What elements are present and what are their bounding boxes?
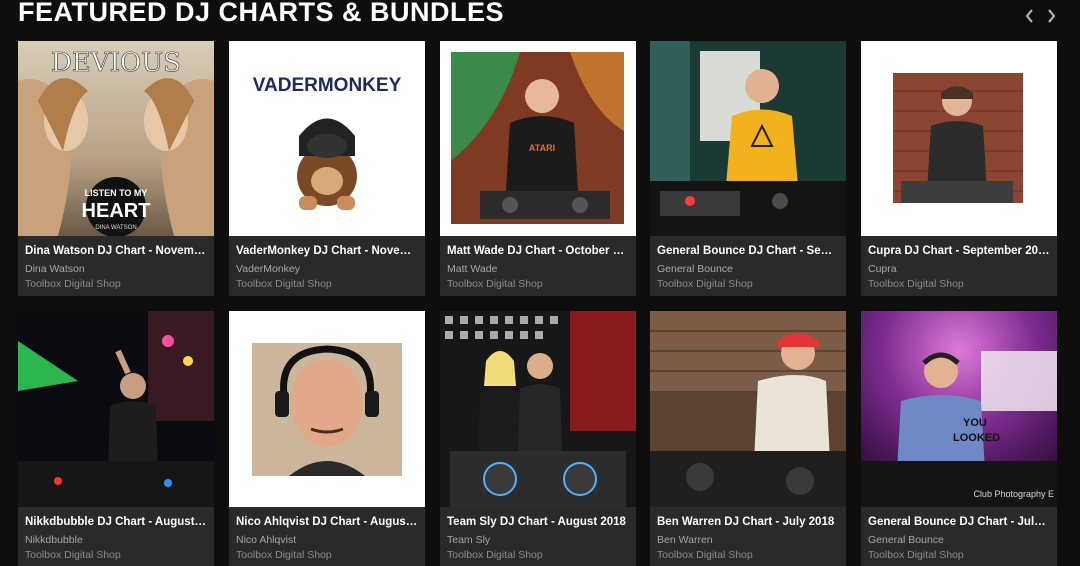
chart-card[interactable]: YOU LOOKED Club Photography E General Bo…: [861, 311, 1057, 566]
chart-artist[interactable]: Dina Watson: [25, 263, 207, 275]
chart-artist[interactable]: Cupra: [868, 263, 1050, 275]
chart-card[interactable]: VADERMONKEY VaderMonkey DJ Chart - Novem…: [229, 41, 425, 296]
chart-card[interactable]: Nico Ahlqvist DJ Chart - August 2018 Nic…: [229, 311, 425, 566]
chart-cover-image[interactable]: YOU LOOKED Club Photography E: [861, 311, 1057, 507]
chart-artist[interactable]: Team Sly: [447, 534, 629, 546]
chart-shop: Toolbox Digital Shop: [447, 278, 543, 290]
chart-artist[interactable]: VaderMonkey: [236, 263, 418, 275]
section-title: FEATURED DJ CHARTS & BUNDLES: [18, 0, 505, 27]
chart-artist[interactable]: Nikkdbubble: [25, 534, 207, 546]
chart-cover-image[interactable]: [650, 41, 846, 236]
chart-shop: Toolbox Digital Shop: [236, 549, 332, 561]
chart-artist[interactable]: Ben Warren: [657, 534, 839, 546]
chart-title[interactable]: Cupra DJ Chart - September 2018: [868, 245, 1050, 257]
chart-artist[interactable]: General Bounce: [868, 534, 1050, 546]
cover-text: HEART: [82, 200, 151, 222]
chart-cover-image[interactable]: [18, 311, 214, 507]
chart-shop: Toolbox Digital Shop: [868, 549, 964, 561]
chart-title[interactable]: General Bounce DJ Chart - September 2018: [657, 245, 839, 257]
chart-title[interactable]: Nico Ahlqvist DJ Chart - August 2018: [236, 516, 418, 528]
chart-title[interactable]: General Bounce DJ Chart - July 2018: [868, 516, 1050, 528]
chart-cover-image[interactable]: VADERMONKEY: [229, 41, 425, 236]
chart-card[interactable]: Cupra DJ Chart - September 2018 Cupra To…: [861, 41, 1057, 296]
chart-shop: Toolbox Digital Shop: [868, 278, 964, 290]
chart-artist[interactable]: General Bounce: [657, 263, 839, 275]
chart-cover-image[interactable]: [229, 311, 425, 507]
chevron-left-icon[interactable]: [1022, 6, 1036, 26]
chart-artist[interactable]: Matt Wade: [447, 263, 629, 275]
chart-shop: Toolbox Digital Shop: [447, 549, 543, 561]
chart-artist[interactable]: Nico Ahlqvist: [236, 534, 418, 546]
cover-text: Club Photography E: [973, 489, 1054, 499]
chart-title[interactable]: Nikkdbubble DJ Chart - August 2018: [25, 516, 207, 528]
chart-card[interactable]: General Bounce DJ Chart - September 2018…: [650, 41, 846, 296]
chart-card[interactable]: Team Sly DJ Chart - August 2018 Team Sly…: [440, 311, 636, 566]
chart-card[interactable]: ATARI Matt Wade DJ Chart - October 2018 …: [440, 41, 636, 296]
cover-text: LISTEN TO MY: [85, 188, 148, 198]
cover-text: DEVIOUS: [51, 48, 181, 78]
chart-title[interactable]: VaderMonkey DJ Chart - November 2018: [236, 245, 418, 257]
chart-shop: Toolbox Digital Shop: [236, 278, 332, 290]
chart-title[interactable]: Matt Wade DJ Chart - October 2018: [447, 245, 629, 257]
chart-cover-image[interactable]: [650, 311, 846, 507]
chart-shop: Toolbox Digital Shop: [25, 278, 121, 290]
cover-text: YOU: [963, 417, 987, 429]
chart-title[interactable]: Dina Watson DJ Chart - November 2018: [25, 245, 207, 257]
chart-shop: Toolbox Digital Shop: [657, 549, 753, 561]
chart-card[interactable]: Nikkdbubble DJ Chart - August 2018 Nikkd…: [18, 311, 214, 566]
chart-card[interactable]: Ben Warren DJ Chart - July 2018 Ben Warr…: [650, 311, 846, 566]
chart-title[interactable]: Team Sly DJ Chart - August 2018: [447, 516, 629, 528]
carousel-nav: [1022, 6, 1058, 26]
chart-cover-image[interactable]: [440, 311, 636, 507]
chart-cover-image[interactable]: ATARI: [440, 41, 636, 236]
chart-cover-image[interactable]: [861, 41, 1057, 236]
cover-text: VADERMONKEY: [253, 75, 402, 96]
chart-shop: Toolbox Digital Shop: [657, 278, 753, 290]
chevron-right-icon[interactable]: [1044, 6, 1058, 26]
chart-cover-image[interactable]: DEVIOUS LISTEN TO MY HEART DINA WATSON: [18, 41, 214, 236]
chart-shop: Toolbox Digital Shop: [25, 549, 121, 561]
chart-title[interactable]: Ben Warren DJ Chart - July 2018: [657, 516, 839, 528]
cover-text: DINA WATSON: [95, 225, 136, 231]
cover-text: LOOKED: [953, 432, 1000, 444]
chart-card[interactable]: DEVIOUS LISTEN TO MY HEART DINA WATSON D…: [18, 41, 214, 296]
cover-text: ATARI: [529, 143, 555, 153]
